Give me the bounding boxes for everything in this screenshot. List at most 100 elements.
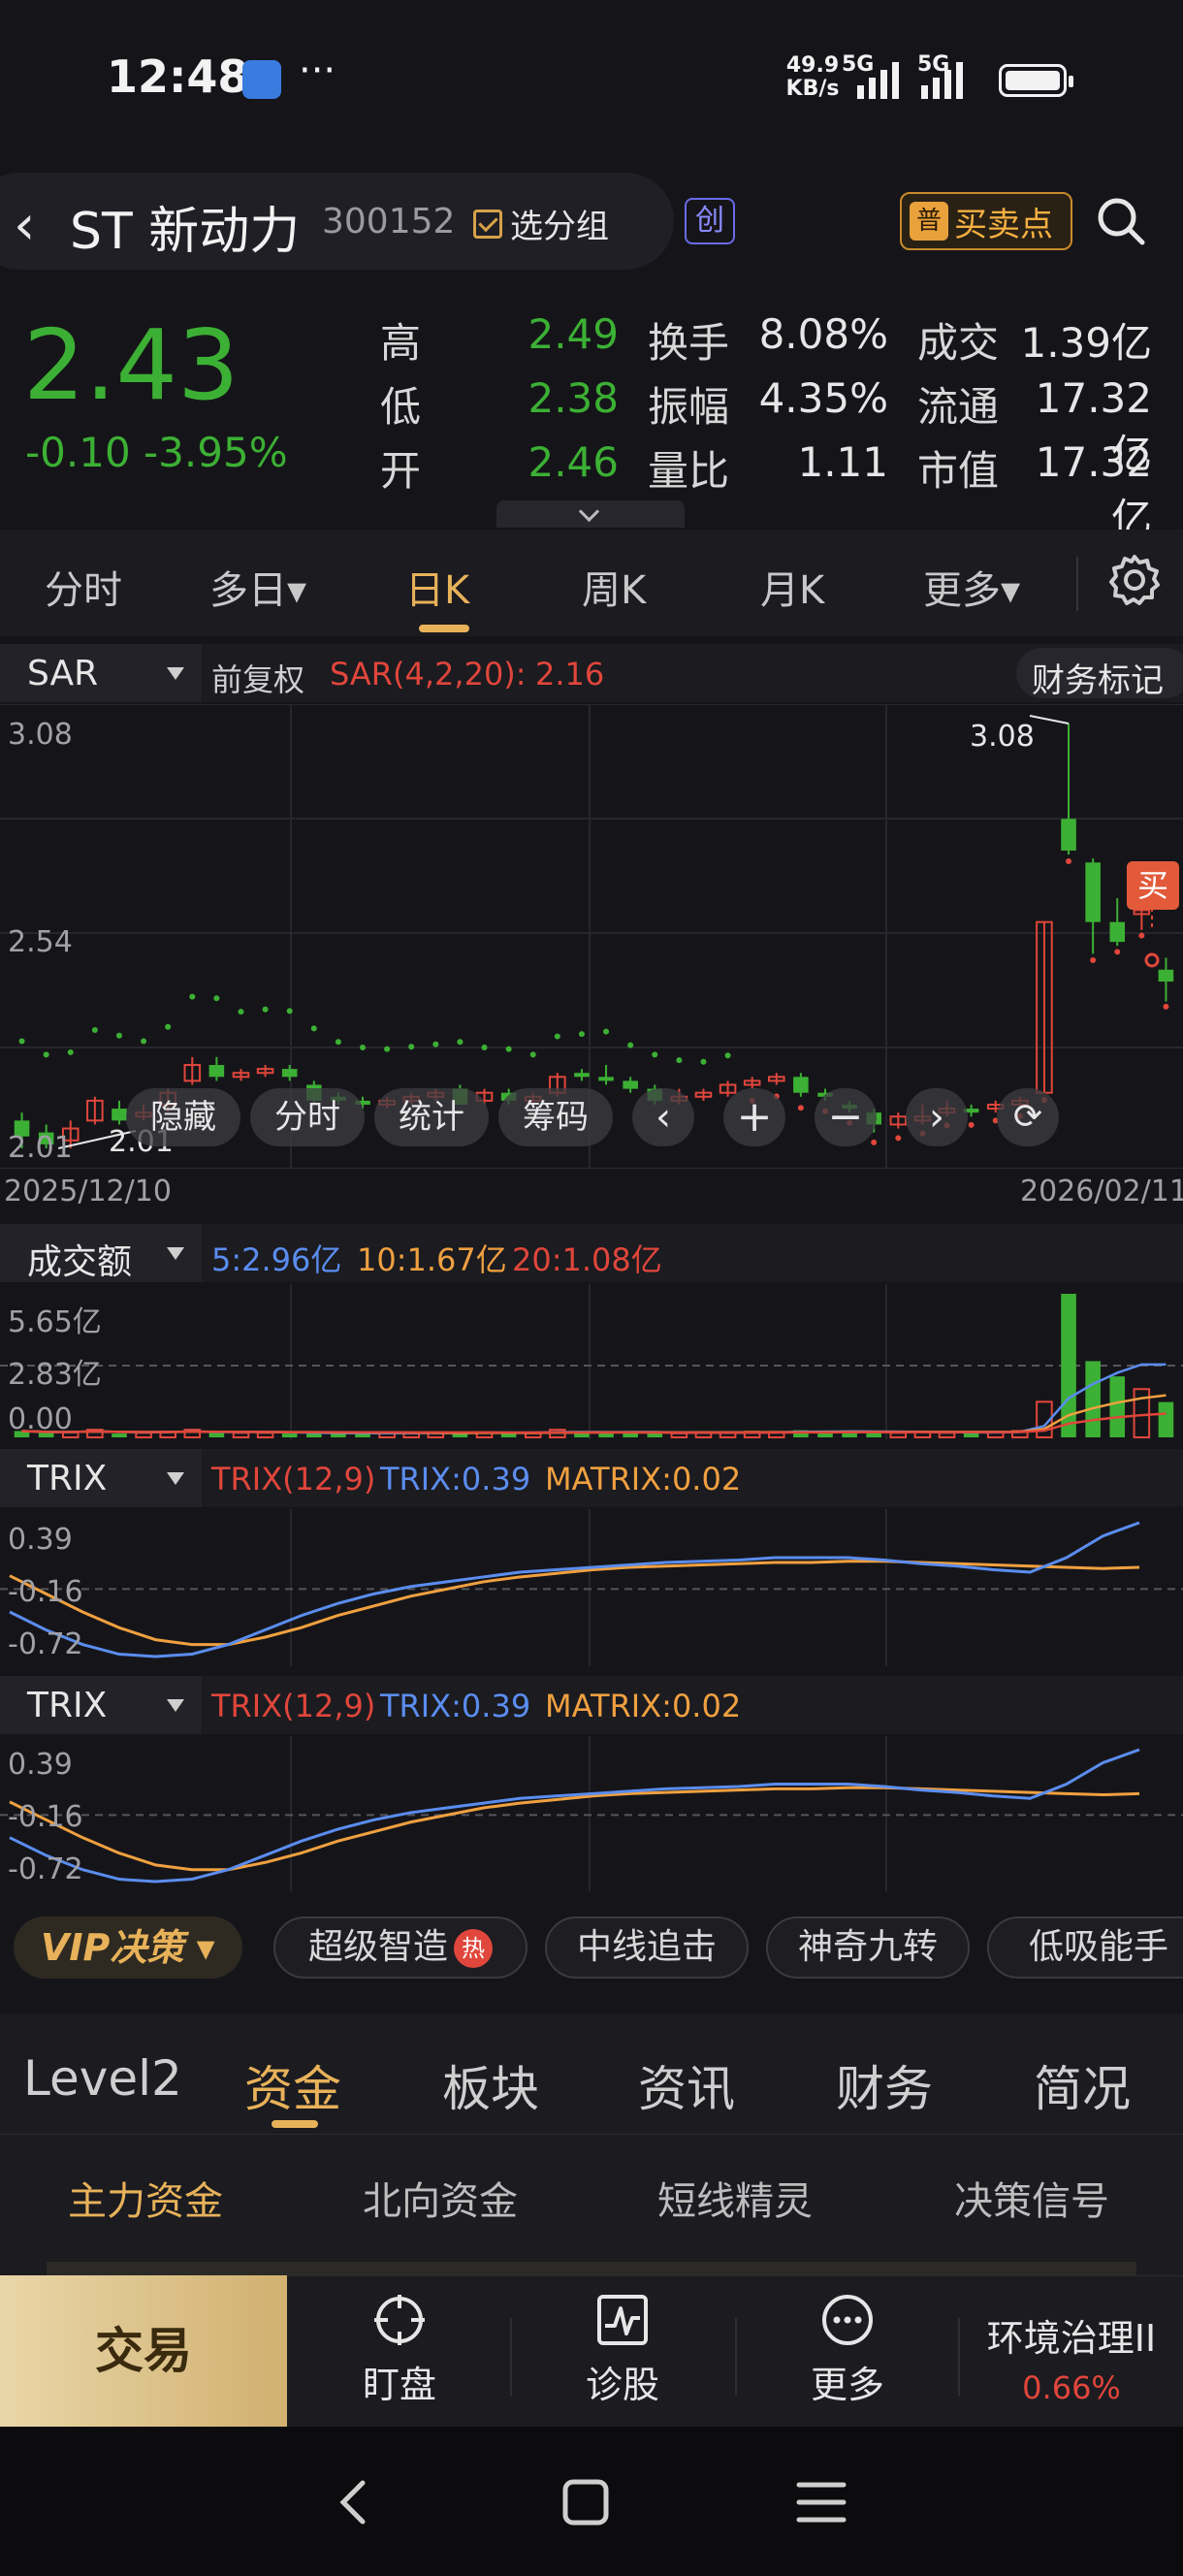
tab-finance[interactable]: 财务 <box>836 2050 933 2120</box>
quote-value-high: 2.49 <box>528 310 619 358</box>
expand-quote-button[interactable] <box>496 500 685 528</box>
signal-bars-1-icon <box>857 60 899 99</box>
tab-sector[interactable]: 板块 <box>442 2050 539 2120</box>
quote-value-open: 2.46 <box>528 438 619 486</box>
tab-more[interactable]: 更多▾ <box>923 559 1020 615</box>
subtab-signals[interactable]: 决策信号 <box>954 2170 1109 2226</box>
matrix-line <box>9 1786 1140 1872</box>
price-axis-mid: 2.54 <box>8 925 73 959</box>
candle-body-down <box>793 1077 809 1093</box>
tab-profile[interactable]: 简况 <box>1034 2050 1131 2120</box>
quote-label-market-cap: 市值 <box>917 447 1000 495</box>
tab-funds[interactable]: 资金 <box>244 2050 341 2120</box>
high-leader-line <box>1029 715 1070 724</box>
sar-dot <box>67 1048 74 1055</box>
volume-bar-down <box>112 1433 127 1437</box>
tab-multiday[interactable]: 多日▾ <box>209 559 306 615</box>
quote-label-high: 高 <box>380 319 422 367</box>
chip-midline[interactable]: 中线追击 <box>545 1916 749 1979</box>
trix-axis-top: 0.39 <box>8 1748 73 1782</box>
sar-dot <box>18 1038 25 1045</box>
timeshare-button[interactable]: 分时 <box>250 1088 365 1146</box>
select-group-button[interactable]: 选分组 <box>473 200 609 247</box>
chip-super-smart[interactable]: 超级智造热 <box>273 1916 528 1979</box>
sar-dot <box>724 1052 731 1059</box>
nav-menu-icon[interactable] <box>795 2477 847 2528</box>
quote-value-amplitude: 4.35% <box>758 374 888 422</box>
trix-chart-2[interactable] <box>0 1736 1183 1891</box>
zoom-in-icon[interactable]: + <box>723 1088 785 1146</box>
volume-ma10-line <box>21 1394 1167 1434</box>
sar-dot <box>43 1051 49 1058</box>
volume-bar-up <box>670 1432 688 1439</box>
tab-weekly-k[interactable]: 周K <box>582 559 646 615</box>
zoom-out-icon[interactable]: − <box>815 1088 877 1146</box>
volume-bar-down <box>1158 1401 1174 1437</box>
nav-back-icon[interactable] <box>330 2475 378 2529</box>
tab-news[interactable]: 资讯 <box>638 2050 735 2120</box>
sector-ticker[interactable]: 环境治理II 0.66% <box>970 2308 1173 2406</box>
diagnose-button[interactable]: 诊股 <box>545 2291 700 2408</box>
candle-body-down <box>112 1109 127 1121</box>
more-dots-icon <box>822 2295 873 2345</box>
adjust-mode[interactable]: 前复权 <box>211 656 304 700</box>
search-icon[interactable] <box>1094 194 1148 248</box>
stats-button[interactable]: 统计 <box>374 1088 489 1146</box>
quote-value-volume-ratio: 1.11 <box>797 438 888 486</box>
volume-ma5: 5:2.96亿 <box>211 1241 342 1278</box>
indicator-selector[interactable]: SAR <box>0 644 202 702</box>
volume-chart[interactable] <box>0 1284 1183 1439</box>
sar-dot <box>165 1023 172 1030</box>
stock-name: ST 新动力 <box>70 203 301 261</box>
vip-decision-button[interactable]: VIP决策 ▾ <box>14 1916 242 1979</box>
sar-dot <box>335 1039 341 1046</box>
trade-button[interactable]: 交易 <box>0 2275 287 2427</box>
tab-monthly-k[interactable]: 月K <box>760 559 824 615</box>
sar-dot <box>310 1025 317 1032</box>
subtab-short-term[interactable]: 短线精灵 <box>657 2170 813 2226</box>
candle-body-down <box>1085 862 1101 922</box>
candle-body-down <box>1061 819 1076 851</box>
sar-dot <box>91 1027 98 1034</box>
volume-indicator-selector[interactable]: 成交额 <box>0 1224 202 1282</box>
matrix-value: MATRIX:0.02 <box>545 1688 742 1724</box>
nav-home-icon[interactable] <box>560 2477 611 2528</box>
subtab-northbound[interactable]: 北向资金 <box>363 2170 518 2226</box>
quote-value-low: 2.38 <box>528 374 619 422</box>
active-tab-indicator <box>272 2120 318 2128</box>
back-button[interactable]: ‹ <box>14 194 35 257</box>
more-notifications-icon: ··· <box>299 48 336 93</box>
scroll-right-icon[interactable]: › <box>906 1088 968 1146</box>
gear-icon[interactable] <box>1107 553 1162 607</box>
tab-level2[interactable]: Level2 <box>23 2050 182 2107</box>
battery-icon <box>999 64 1073 97</box>
chips-button[interactable]: 筹码 <box>498 1088 613 1146</box>
sar-dot <box>1138 932 1145 939</box>
buy-sell-points-button[interactable]: 普 买卖点 <box>900 192 1072 250</box>
volume-bar-up <box>1133 1388 1151 1438</box>
fund-subtabs: 主力资金 北向资金 短线精灵 决策信号 <box>0 2134 1183 2275</box>
sar-dot <box>1163 1003 1169 1010</box>
trix-selector-1[interactable]: TRIX <box>0 1449 202 1507</box>
sar-dot <box>529 1051 536 1058</box>
tab-daily-k[interactable]: 日K <box>405 559 469 615</box>
watch-button[interactable]: 盯盘 <box>322 2291 477 2408</box>
hot-badge-icon: 热 <box>454 1929 493 1968</box>
reset-view-icon[interactable]: ⟳ <box>997 1088 1059 1146</box>
trix-chart-1[interactable] <box>0 1509 1183 1666</box>
chip-magic-nine[interactable]: 神奇九转 <box>766 1916 970 1979</box>
more-button[interactable]: 更多 <box>770 2291 925 2408</box>
trix-selector-2[interactable]: TRIX <box>0 1676 202 1734</box>
financial-mark-button[interactable]: 财务标记 <box>1016 648 1183 700</box>
price-axis-bottom: 2.01 <box>8 1131 73 1165</box>
sar-dot <box>627 1042 634 1048</box>
quote-label-amount: 成交 <box>917 319 1000 367</box>
subtab-main-funds[interactable]: 主力资金 <box>68 2170 223 2226</box>
hide-button[interactable]: 隐藏 <box>126 1088 240 1146</box>
sar-dot <box>213 995 220 1002</box>
chip-low-buy[interactable]: 低吸能手 <box>987 1916 1183 1979</box>
tab-timeshare[interactable]: 分时 <box>45 559 122 615</box>
candle-body-down <box>1158 969 1174 982</box>
scroll-left-icon[interactable]: ‹ <box>632 1088 694 1146</box>
buy-signal-badge[interactable]: 买 <box>1127 861 1179 910</box>
